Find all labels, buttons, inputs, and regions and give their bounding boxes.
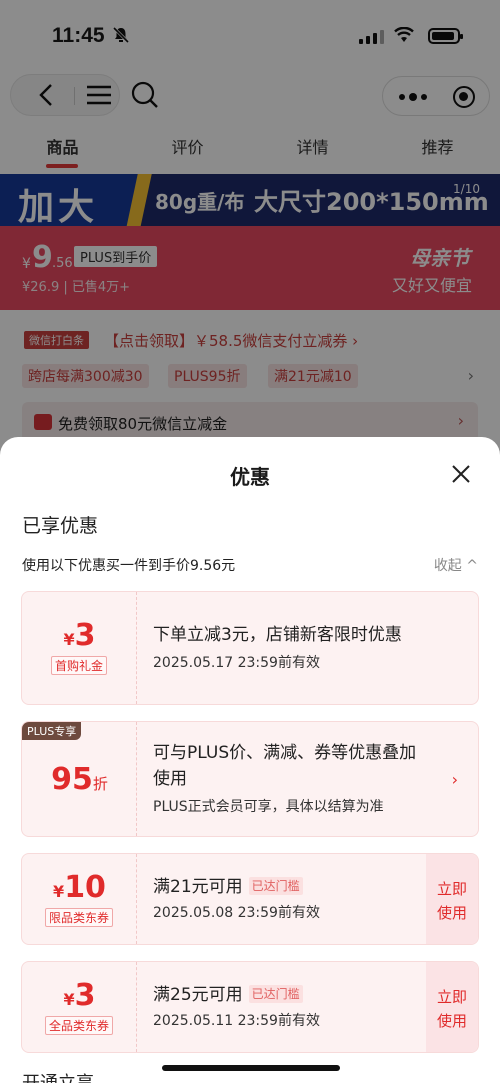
use-coupon-button[interactable]: 立即 使用 bbox=[426, 854, 478, 944]
coupon-badge: 限品类东券 bbox=[44, 908, 114, 927]
coupon-expiry: 2025.05.11 23:59前有效 bbox=[153, 1013, 320, 1029]
coupon-card: ¥3 全品类东券 满25元可用 已达门槛 2025.05.11 23:59前有效 … bbox=[21, 961, 479, 1053]
coupon-title: 满25元可用 bbox=[153, 985, 243, 1005]
discount-sheet: 优惠 已享优惠 使用以下优惠买一件到手价9.56元 收起 ^ ¥3 首购礼金 下… bbox=[0, 437, 500, 1083]
coupon-description: PLUS正式会员可享，具体以结算为准 bbox=[153, 799, 384, 815]
coupon-amount: 95折 bbox=[51, 762, 108, 797]
coupon-expiry: 2025.05.17 23:59前有效 bbox=[153, 655, 320, 671]
coupon-badge: 首购礼金 bbox=[50, 656, 108, 675]
section-title: 已享优惠 bbox=[22, 515, 99, 537]
coupon-title: 下单立减3元，店铺新客限时优惠 bbox=[153, 625, 402, 645]
coupon-amount: ¥3 bbox=[63, 978, 96, 1013]
coupon-title: 可与PLUS价、满减、券等优惠叠加使用 bbox=[153, 743, 417, 789]
home-indicator[interactable] bbox=[162, 1065, 340, 1071]
threshold-tag: 已达门槛 bbox=[248, 985, 303, 1003]
plus-discount-card[interactable]: PLUS专享 95折 可与PLUS价、满减、券等优惠叠加使用 PLUS正式会员可… bbox=[21, 721, 479, 837]
next-section-title: 开通立享 bbox=[22, 1069, 94, 1083]
coupon-card: ¥10 限品类东券 满21元可用 已达门槛 2025.05.08 23:59前有效… bbox=[21, 853, 479, 945]
coupon-expiry: 2025.05.08 23:59前有效 bbox=[153, 905, 320, 921]
discount-summary: 使用以下优惠买一件到手价9.56元 bbox=[22, 558, 236, 574]
coupon-amount: ¥10 bbox=[53, 870, 106, 905]
coupon-badge: 全品类东券 bbox=[44, 1016, 114, 1035]
coupon-card: ¥3 首购礼金 下单立减3元，店铺新客限时优惠 2025.05.17 23:59… bbox=[21, 591, 479, 705]
close-icon[interactable] bbox=[450, 463, 472, 485]
coupon-amount: ¥3 bbox=[63, 618, 96, 653]
collapse-button[interactable]: 收起 ^ bbox=[434, 555, 478, 575]
coupon-title: 满21元可用 bbox=[153, 877, 243, 897]
sheet-title: 优惠 bbox=[230, 465, 270, 489]
use-coupon-button[interactable]: 立即 使用 bbox=[426, 962, 478, 1052]
threshold-tag: 已达门槛 bbox=[248, 877, 303, 895]
chevron-right-icon: › bbox=[451, 770, 458, 789]
